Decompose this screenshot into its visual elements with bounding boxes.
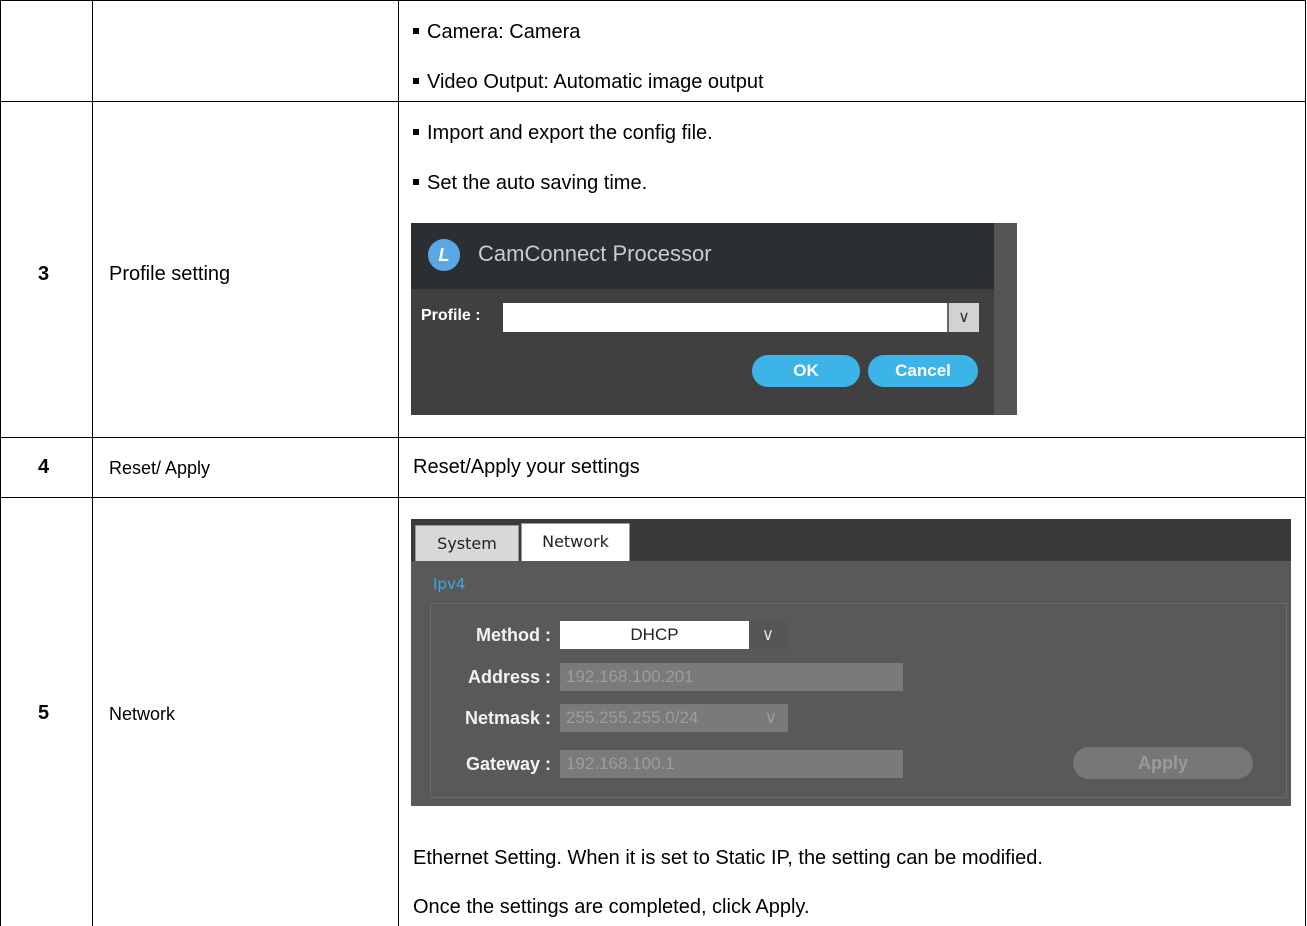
- tab-network[interactable]: Network: [521, 523, 630, 561]
- dialog-edge: [994, 223, 1017, 415]
- address-field[interactable]: 192.168.100.201: [560, 663, 903, 691]
- gateway-label: Gateway :: [411, 754, 551, 775]
- network-description-line-1: Ethernet Setting. When it is set to Stat…: [413, 846, 1043, 870]
- netmask-label: Netmask :: [411, 708, 551, 729]
- tab-bar: System Network: [411, 519, 1291, 561]
- netmask-select[interactable]: 255.255.255.0/24: [560, 704, 788, 732]
- address-label: Address :: [411, 667, 551, 688]
- chevron-down-icon[interactable]: ∨: [756, 704, 786, 732]
- bullet-import-export: Import and export the config file.: [413, 121, 713, 145]
- chevron-down-icon[interactable]: ∨: [947, 303, 979, 332]
- profile-label: Profile :: [421, 307, 481, 325]
- row-number: 5: [38, 701, 49, 725]
- settings-table: Camera: Camera Video Output: Automatic i…: [0, 0, 1307, 926]
- network-settings-panel: System Network Ipv4 Method : DHCP ∨ Addr…: [411, 519, 1291, 806]
- cancel-button[interactable]: Cancel: [868, 355, 978, 387]
- item-name-reset-apply: Reset/ Apply: [109, 456, 210, 480]
- profile-select[interactable]: [503, 303, 947, 332]
- item-name-profile-setting: Profile setting: [109, 262, 230, 286]
- bullet-camera: Camera: Camera: [413, 20, 580, 44]
- ok-button[interactable]: OK: [752, 355, 860, 387]
- dialog-titlebar: L CamConnect Processor: [411, 223, 1005, 289]
- ipv4-section-label: Ipv4: [433, 575, 465, 593]
- network-description-line-2: Once the settings are completed, click A…: [413, 895, 810, 919]
- item-name-network: Network: [109, 702, 175, 726]
- apply-button[interactable]: Apply: [1073, 747, 1253, 779]
- row-divider: [0, 101, 1306, 102]
- row-divider: [0, 497, 1306, 498]
- bullet-video-output: Video Output: Automatic image output: [413, 70, 764, 94]
- row-number: 4: [38, 455, 49, 479]
- method-select[interactable]: DHCP: [560, 621, 749, 649]
- gateway-field[interactable]: 192.168.100.1: [560, 750, 903, 778]
- row-divider: [0, 437, 1306, 438]
- dialog-title: CamConnect Processor: [478, 241, 712, 267]
- chevron-down-icon[interactable]: ∨: [749, 621, 787, 649]
- reset-apply-description: Reset/Apply your settings: [413, 455, 640, 479]
- col-border: [0, 0, 1, 926]
- col-border: [92, 0, 93, 926]
- tab-system[interactable]: System: [415, 525, 519, 561]
- profile-dialog: L CamConnect Processor Profile : ∨ OK Ca…: [411, 223, 1017, 415]
- row-number: 3: [38, 262, 49, 286]
- table-border-top: [0, 0, 1306, 1]
- method-label: Method :: [411, 625, 551, 646]
- app-logo-icon: L: [428, 239, 460, 271]
- col-border: [398, 0, 399, 926]
- col-border: [1305, 0, 1306, 926]
- bullet-auto-saving: Set the auto saving time.: [413, 171, 647, 195]
